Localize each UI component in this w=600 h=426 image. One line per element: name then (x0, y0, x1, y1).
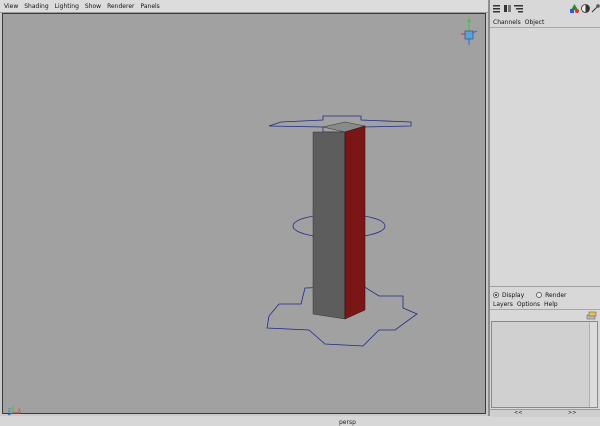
tab-object[interactable]: Object (524, 19, 546, 26)
menu-view[interactable]: View (2, 3, 20, 10)
layer-editor-menubar: Layers Options Help (490, 300, 600, 310)
nav-prev-button[interactable]: << (514, 410, 522, 416)
menu-shading[interactable]: Shading (22, 3, 50, 10)
menu-show[interactable]: Show (83, 3, 103, 10)
channel-box-tabs: Channels Object (490, 17, 600, 28)
menu-renderer[interactable]: Renderer (105, 3, 136, 10)
menu-lighting[interactable]: Lighting (53, 3, 81, 10)
menu-options[interactable]: Options (516, 301, 541, 308)
layer-list-icon[interactable] (513, 3, 524, 14)
shapes-icon[interactable] (569, 3, 580, 14)
new-layer-icon[interactable] (586, 311, 597, 320)
layer-list-scrollbar[interactable] (589, 322, 597, 407)
perspective-viewport[interactable]: persp X Z (2, 13, 486, 426)
channel-box-list-icon[interactable] (491, 3, 502, 14)
layer-list[interactable] (491, 321, 598, 408)
channel-box-toolbar (490, 3, 600, 17)
display-label: Display (502, 291, 525, 299)
render-label: Render (545, 291, 567, 299)
menu-layers[interactable]: Layers (492, 301, 514, 308)
pin-icon[interactable] (590, 3, 600, 14)
viewport-panel: View Shading Lighting Show Renderer Pane… (0, 0, 488, 426)
layer-mode-options: Display Render (490, 290, 600, 300)
render-radio[interactable] (536, 292, 543, 298)
camera-label: persp (339, 419, 356, 426)
channel-box-panel: Channels Object Display Render Layers Op… (490, 0, 600, 417)
display-radio[interactable] (493, 292, 499, 298)
attribute-list-icon[interactable] (502, 3, 513, 14)
tab-channels[interactable]: Channels (492, 19, 522, 26)
menu-help[interactable]: Help (543, 301, 559, 308)
axis-x-label: X (18, 408, 21, 413)
channel-box-content (491, 28, 598, 283)
view-cube-icon[interactable] (461, 18, 478, 45)
menu-panels[interactable]: Panels (138, 3, 161, 10)
nav-next-button[interactable]: >> (568, 410, 576, 416)
viewport-menubar: View Shading Lighting Show Renderer Pane… (0, 0, 488, 13)
axis-z-label: Z (8, 408, 11, 413)
column-mesh[interactable] (312, 121, 366, 320)
panel-divider[interactable] (490, 286, 600, 287)
